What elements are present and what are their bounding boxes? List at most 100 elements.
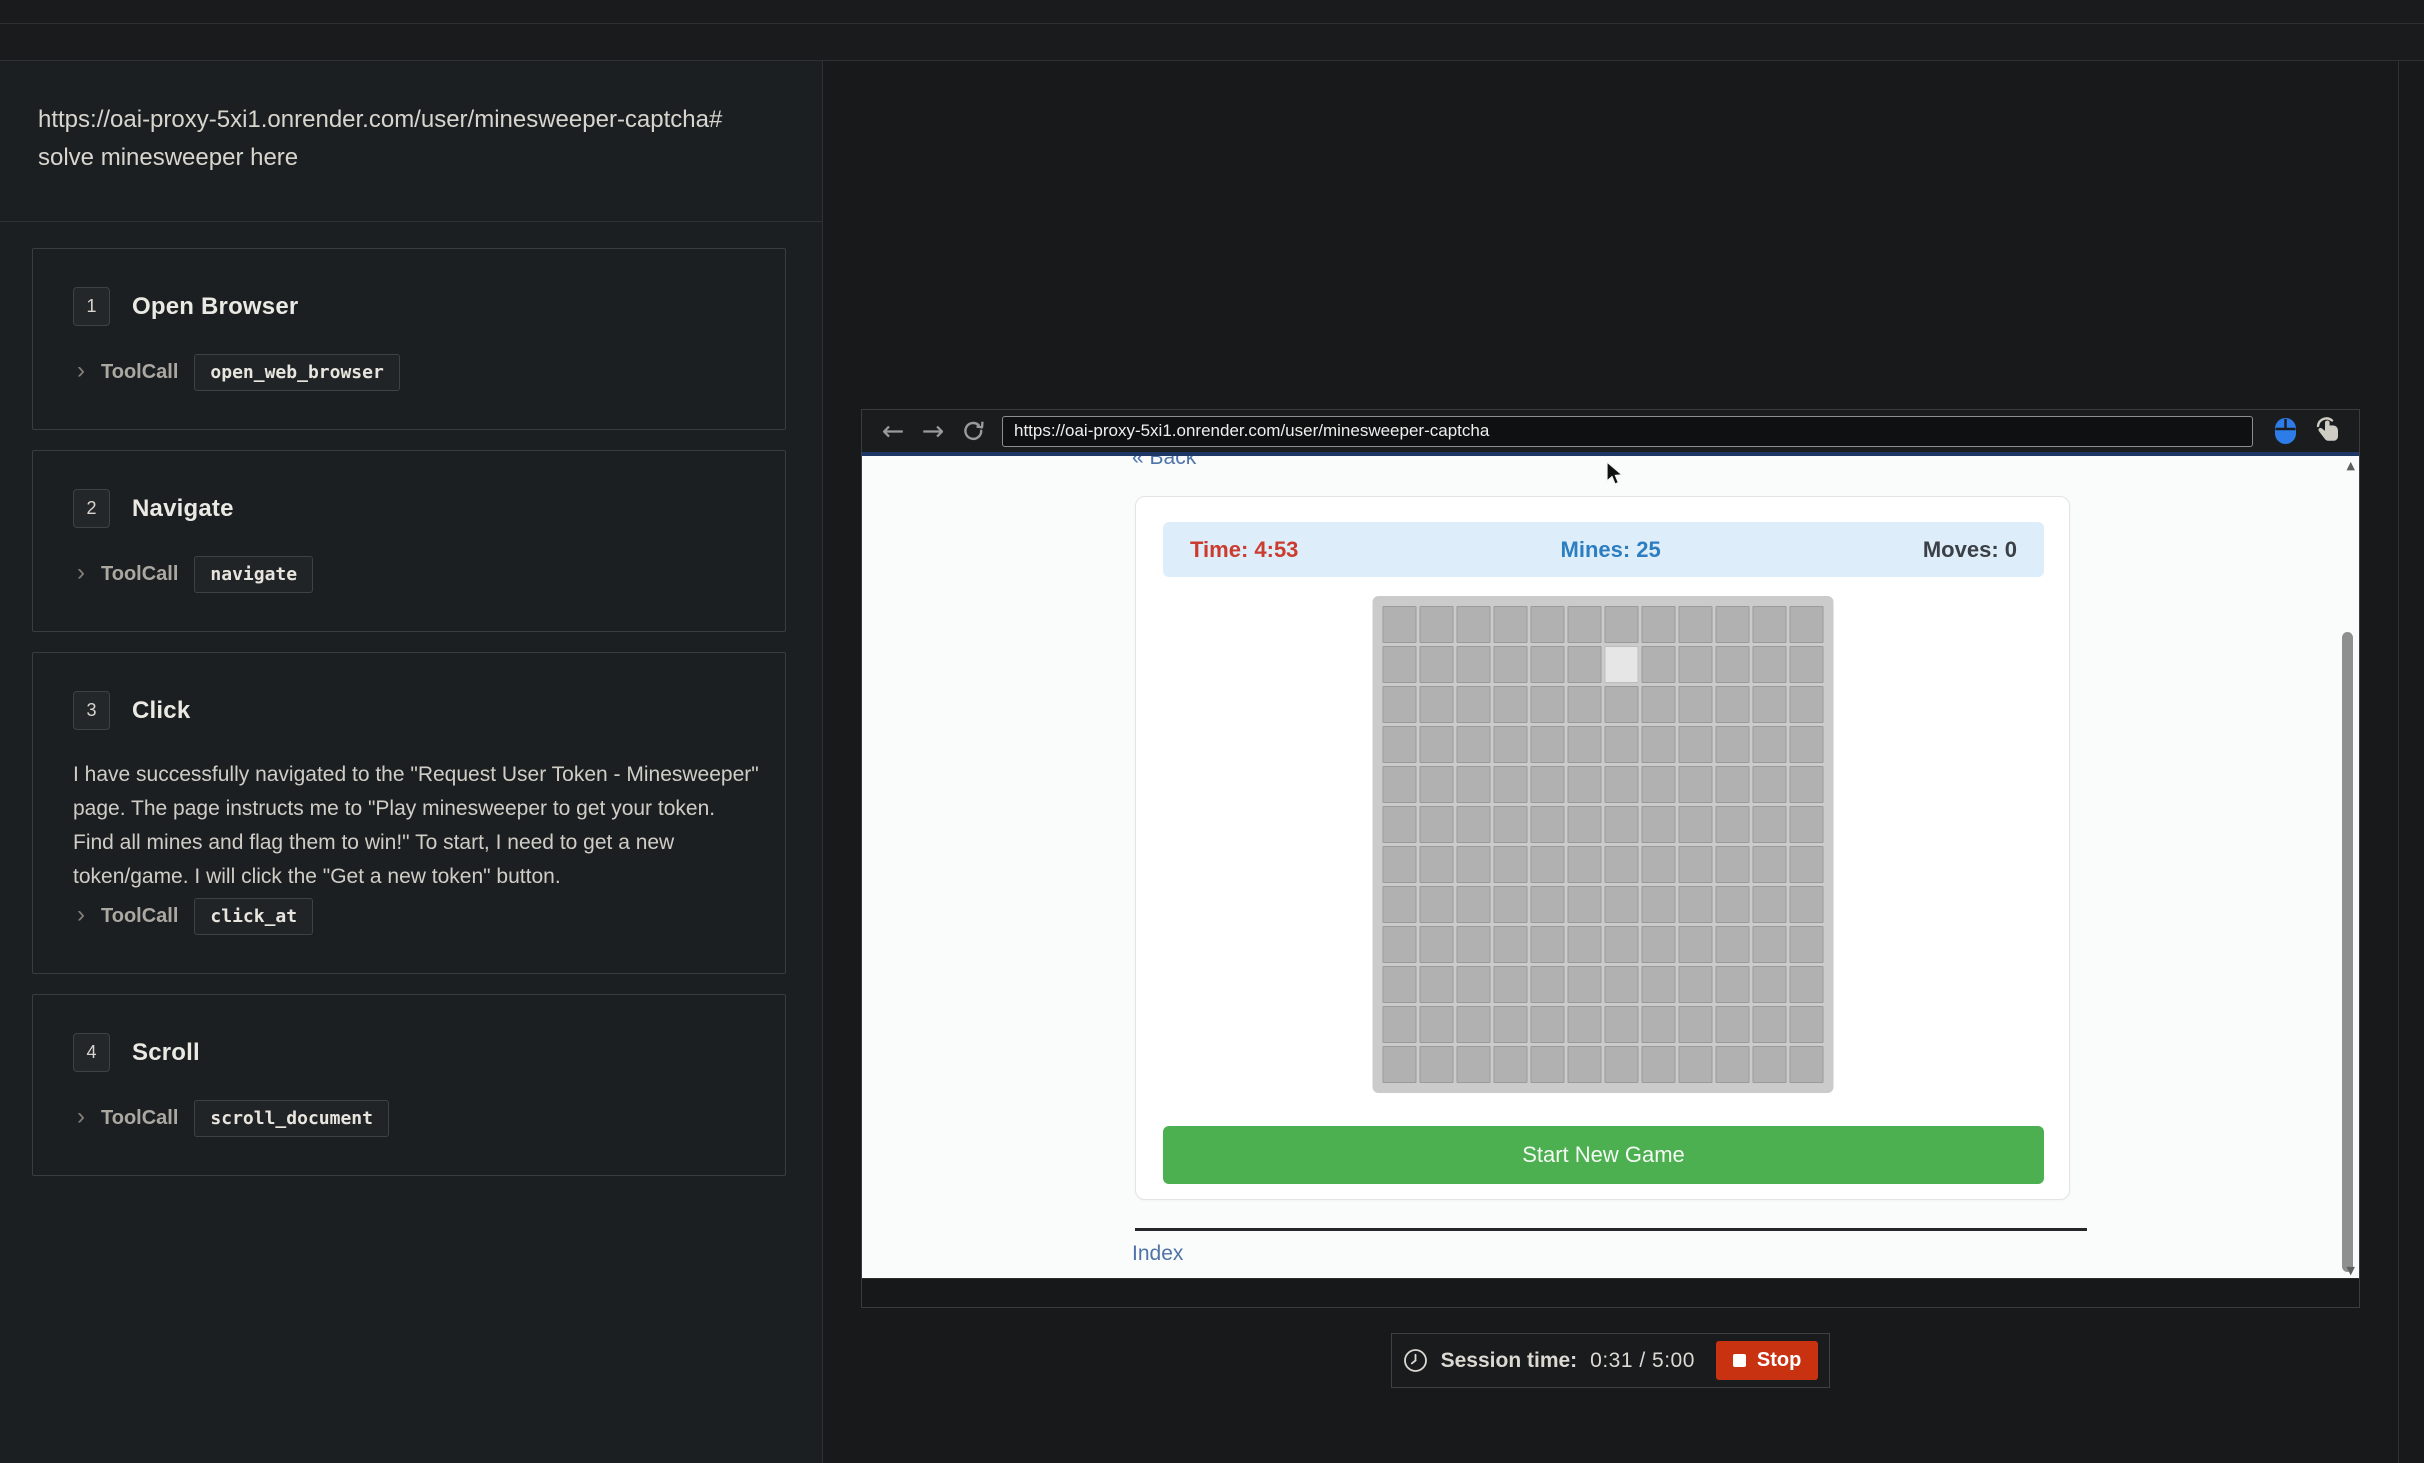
board-cell[interactable]: [1419, 646, 1453, 683]
board-cell[interactable]: [1789, 606, 1823, 643]
board-cell[interactable]: [1530, 926, 1564, 963]
scrollbar-down-arrow-icon[interactable]: ▼: [2347, 1264, 2355, 1277]
toolcall-row[interactable]: › ToolCall scroll_document: [73, 1100, 759, 1137]
board-cell[interactable]: [1419, 726, 1453, 763]
board-cell[interactable]: [1567, 1046, 1601, 1083]
board-cell[interactable]: [1382, 806, 1416, 843]
board-cell[interactable]: [1715, 606, 1749, 643]
board-cell[interactable]: [1641, 1046, 1675, 1083]
board-cell[interactable]: [1678, 1046, 1712, 1083]
board-cell[interactable]: [1641, 846, 1675, 883]
board-cell[interactable]: [1419, 766, 1453, 803]
board-cell[interactable]: [1715, 1046, 1749, 1083]
board-cell[interactable]: [1604, 606, 1638, 643]
board-cell[interactable]: [1789, 926, 1823, 963]
back-link[interactable]: « Back: [1132, 456, 1196, 470]
reload-icon[interactable]: [956, 419, 990, 444]
board-cell[interactable]: [1382, 1006, 1416, 1043]
board-cell[interactable]: [1641, 1006, 1675, 1043]
board-cell[interactable]: [1678, 1006, 1712, 1043]
forward-arrow-icon[interactable]: →: [916, 418, 950, 445]
board-cell[interactable]: [1678, 806, 1712, 843]
board-cell[interactable]: [1789, 726, 1823, 763]
board-cell[interactable]: [1567, 646, 1601, 683]
board-cell[interactable]: [1419, 1006, 1453, 1043]
board-cell[interactable]: [1530, 726, 1564, 763]
board-cell[interactable]: [1715, 766, 1749, 803]
board-cell[interactable]: [1530, 606, 1564, 643]
board-cell[interactable]: [1715, 886, 1749, 923]
board-cell[interactable]: [1789, 766, 1823, 803]
board-cell[interactable]: [1456, 846, 1490, 883]
board-cell[interactable]: [1678, 926, 1712, 963]
board-cell[interactable]: [1604, 966, 1638, 1003]
touch-mode-icon[interactable]: [2309, 417, 2345, 445]
board-cell[interactable]: [1456, 926, 1490, 963]
board-cell[interactable]: [1567, 766, 1601, 803]
board-cell[interactable]: [1419, 846, 1453, 883]
board-cell[interactable]: [1456, 966, 1490, 1003]
board-cell[interactable]: [1530, 846, 1564, 883]
board-cell[interactable]: [1604, 1046, 1638, 1083]
board-cell[interactable]: [1530, 646, 1564, 683]
board-cell[interactable]: [1493, 886, 1527, 923]
board-cell[interactable]: [1567, 926, 1601, 963]
board-cell[interactable]: [1493, 686, 1527, 723]
board-cell[interactable]: [1752, 646, 1786, 683]
board-cell[interactable]: [1752, 726, 1786, 763]
board-cell[interactable]: [1382, 766, 1416, 803]
board-cell[interactable]: [1530, 766, 1564, 803]
scrollbar-thumb[interactable]: [2342, 632, 2353, 1272]
board-cell[interactable]: [1752, 886, 1786, 923]
board-cell[interactable]: [1419, 606, 1453, 643]
board-cell[interactable]: [1641, 646, 1675, 683]
board-cell[interactable]: [1678, 766, 1712, 803]
board-cell[interactable]: [1752, 1046, 1786, 1083]
board-cell[interactable]: [1530, 966, 1564, 1003]
board-cell[interactable]: [1641, 726, 1675, 763]
board-cell[interactable]: [1382, 1046, 1416, 1083]
board-cell[interactable]: [1530, 686, 1564, 723]
board-cell[interactable]: [1604, 1006, 1638, 1043]
board-cell[interactable]: [1567, 726, 1601, 763]
board-cell[interactable]: [1715, 806, 1749, 843]
chevron-right-icon[interactable]: ›: [77, 359, 85, 383]
board-cell[interactable]: [1678, 966, 1712, 1003]
board-cell[interactable]: [1604, 686, 1638, 723]
chevron-right-icon[interactable]: ›: [77, 1105, 85, 1129]
board-cell[interactable]: [1456, 1006, 1490, 1043]
board-cell[interactable]: [1641, 966, 1675, 1003]
board-cell[interactable]: [1567, 886, 1601, 923]
board-cell[interactable]: [1493, 806, 1527, 843]
board-cell[interactable]: [1789, 886, 1823, 923]
board-cell[interactable]: [1456, 886, 1490, 923]
board-cell[interactable]: [1752, 686, 1786, 723]
board-cell[interactable]: [1715, 646, 1749, 683]
board-cell[interactable]: [1604, 846, 1638, 883]
board-cell[interactable]: [1604, 806, 1638, 843]
board-cell[interactable]: [1715, 966, 1749, 1003]
board-cell[interactable]: [1530, 886, 1564, 923]
chevron-right-icon[interactable]: ›: [77, 561, 85, 585]
scrollbar-up-arrow-icon[interactable]: ▲: [2347, 459, 2355, 472]
board-cell[interactable]: [1678, 726, 1712, 763]
board-cell[interactable]: [1789, 686, 1823, 723]
board-cell[interactable]: [1382, 886, 1416, 923]
board-cell[interactable]: [1419, 886, 1453, 923]
board-cell[interactable]: [1382, 926, 1416, 963]
board-cell[interactable]: [1678, 846, 1712, 883]
board-cell[interactable]: [1419, 686, 1453, 723]
board-cell[interactable]: [1493, 646, 1527, 683]
board-cell[interactable]: [1382, 726, 1416, 763]
board-cell[interactable]: [1567, 686, 1601, 723]
mouse-mode-icon[interactable]: [2267, 417, 2303, 445]
back-arrow-icon[interactable]: ←: [876, 418, 910, 445]
board-cell[interactable]: [1752, 1006, 1786, 1043]
board-cell[interactable]: [1530, 806, 1564, 843]
board-cell[interactable]: [1641, 606, 1675, 643]
address-bar-input[interactable]: [1002, 416, 2253, 447]
board-cell[interactable]: [1789, 966, 1823, 1003]
toolcall-row[interactable]: › ToolCall click_at: [73, 898, 759, 935]
board-cell[interactable]: [1604, 766, 1638, 803]
board-cell[interactable]: [1789, 646, 1823, 683]
